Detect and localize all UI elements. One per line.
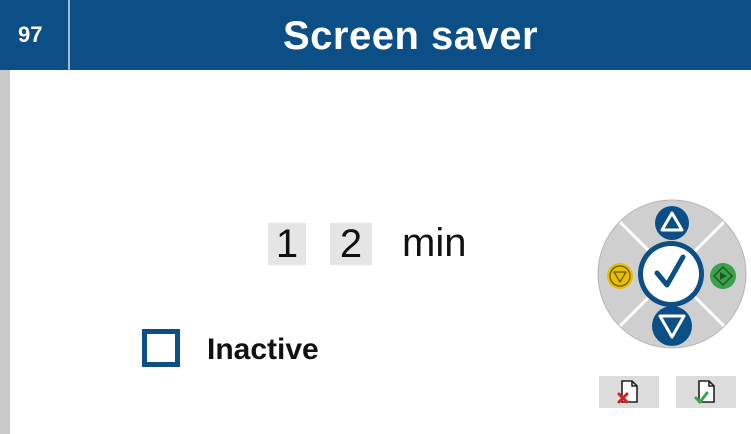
- discard-button[interactable]: [599, 376, 659, 408]
- yellow-down-icon[interactable]: [607, 263, 633, 289]
- navigation-dial: [597, 199, 747, 349]
- green-diamond-icon[interactable]: [710, 263, 736, 289]
- page-title: Screen saver: [282, 14, 539, 58]
- arrow-down-icon[interactable]: [652, 306, 692, 346]
- timeout-digit-ones[interactable]: 2: [330, 222, 372, 265]
- arrow-up-icon[interactable]: [655, 206, 689, 240]
- checkmark-icon[interactable]: [638, 241, 704, 307]
- document-cancel-icon: [617, 380, 638, 404]
- inactive-label: Inactive: [207, 333, 319, 366]
- timeout-input: 1 2 min: [268, 221, 466, 266]
- save-button[interactable]: [676, 376, 736, 408]
- inactive-checkbox[interactable]: [142, 329, 180, 367]
- timeout-unit: min: [402, 221, 467, 265]
- document-confirm-icon: [694, 380, 715, 404]
- screen-number: 97: [18, 22, 43, 47]
- title-bar: 97 Screen saver: [0, 0, 751, 70]
- timeout-digit-tens[interactable]: 1: [268, 222, 306, 265]
